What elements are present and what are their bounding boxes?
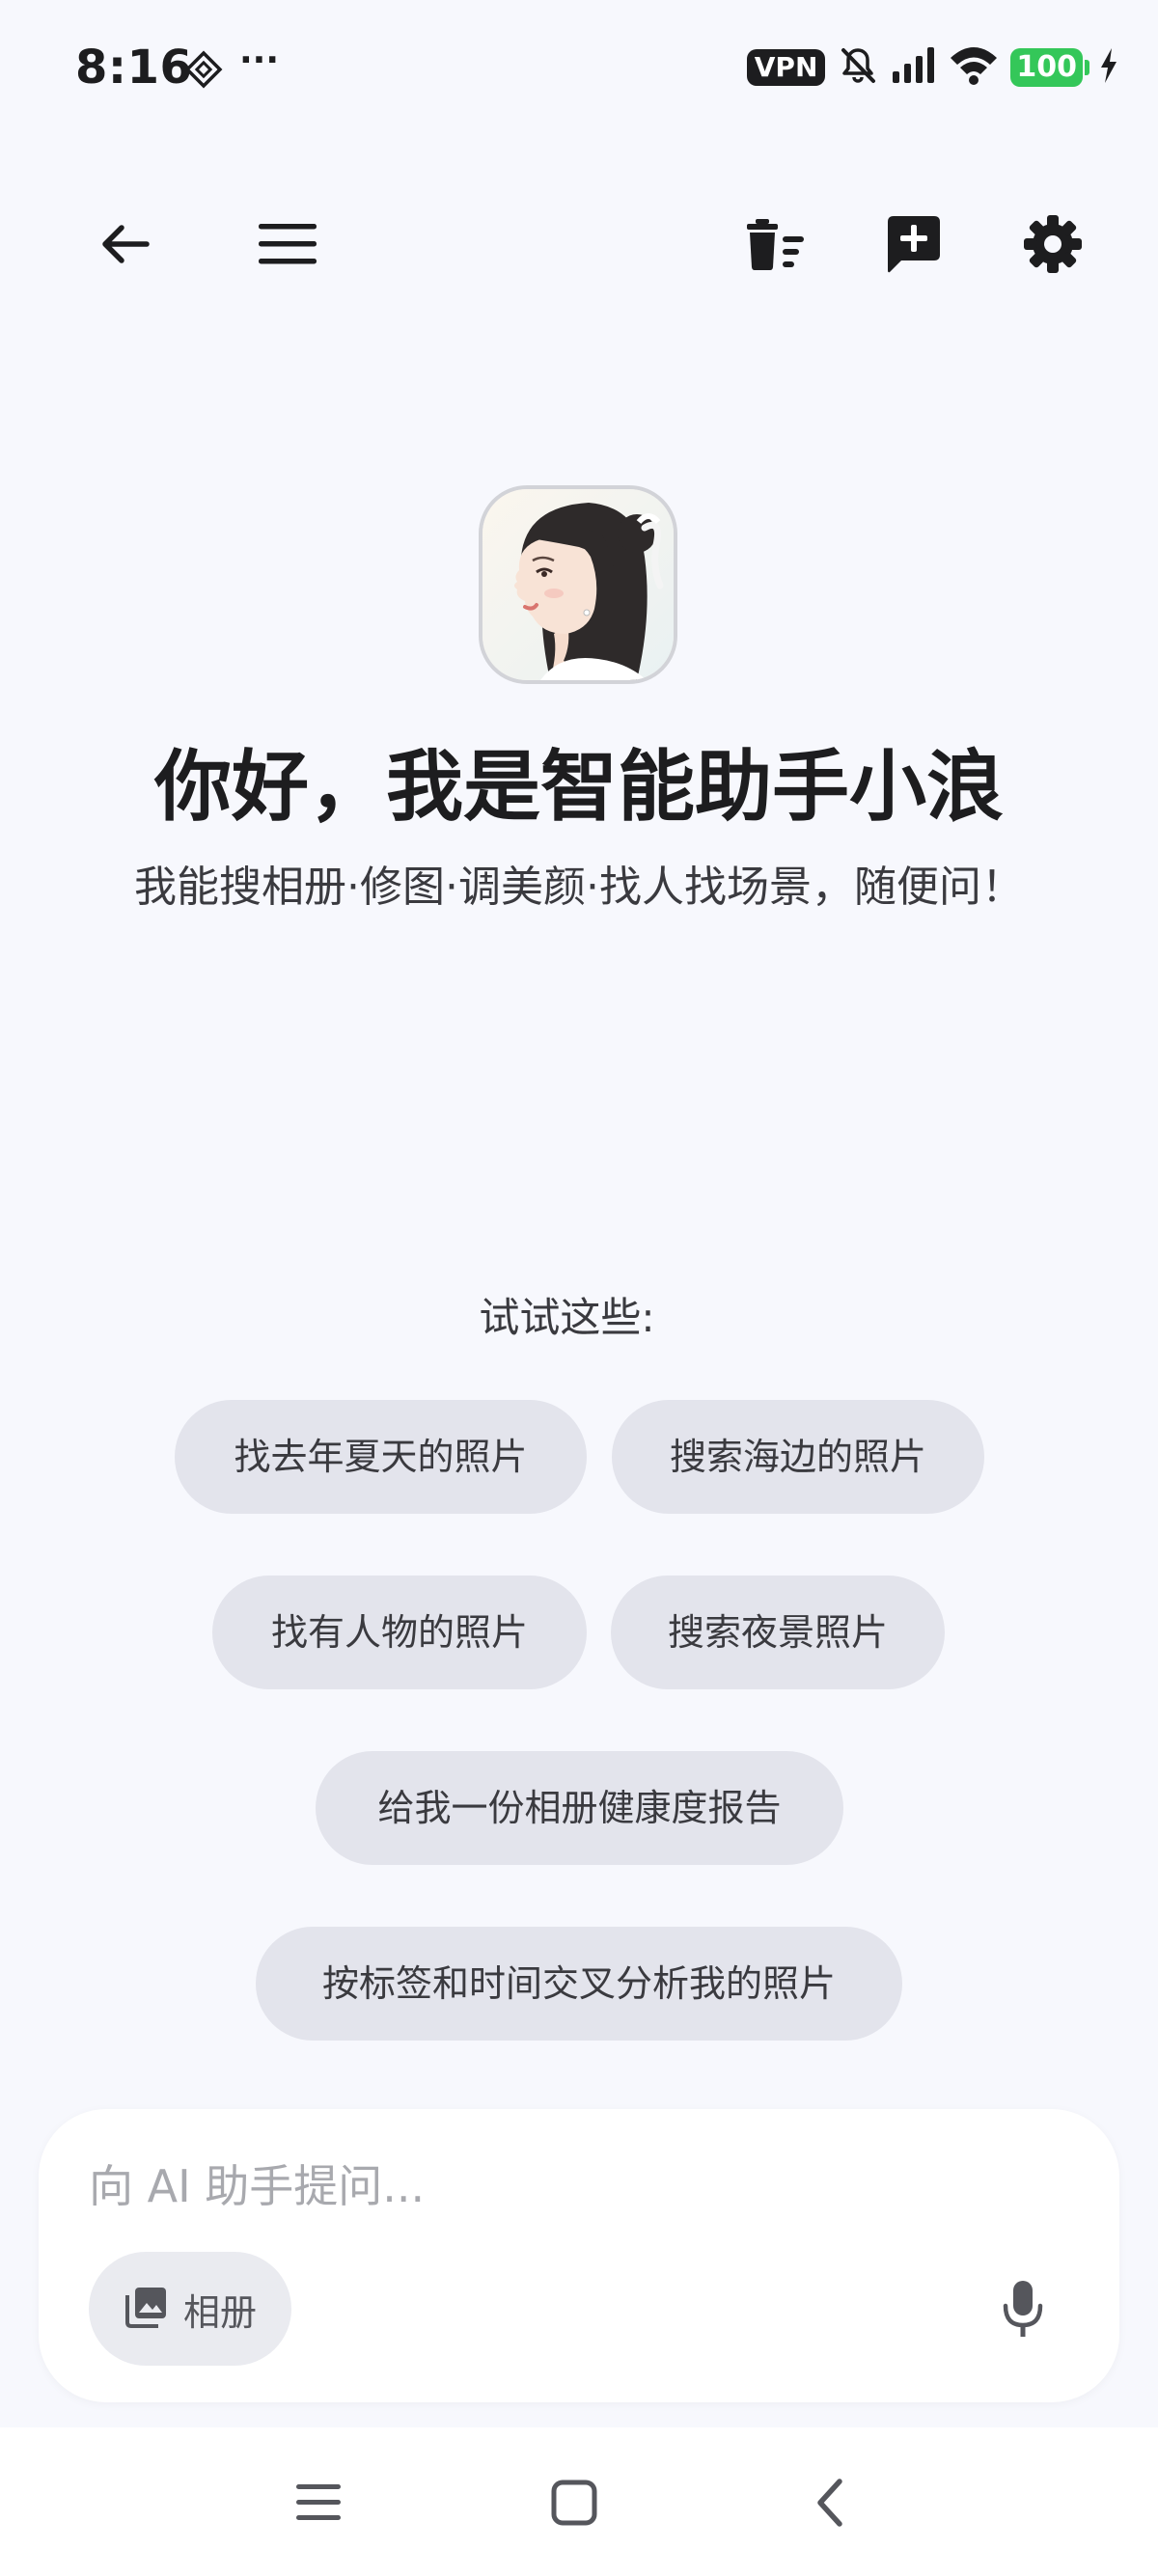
composer: 相册 xyxy=(39,2109,1119,2402)
recent-apps-icon xyxy=(294,2481,343,2528)
suggestion-chip[interactable]: 搜索海边的照片 xyxy=(612,1400,984,1514)
vpn-badge: VPN xyxy=(746,49,826,86)
hero-subtitle: 我能搜相册·修图·调美颜·找人找场景，随便问！ xyxy=(134,863,1024,912)
status-bar: 8:16 ··· VPN 100 xyxy=(0,0,1158,145)
more-notifications-indicator: ··· xyxy=(239,41,280,80)
ask-ai-input[interactable] xyxy=(89,2148,1054,2225)
new-chat-icon xyxy=(882,212,946,280)
back-arrow-icon xyxy=(96,215,154,277)
back-button[interactable] xyxy=(87,207,164,285)
microphone-icon xyxy=(1000,2279,1046,2344)
clear-history-icon xyxy=(744,215,808,277)
app-notification-icon xyxy=(184,50,223,93)
bell-off-icon xyxy=(837,44,879,91)
album-label: 相册 xyxy=(182,2290,257,2334)
wifi-icon xyxy=(949,44,999,91)
recent-apps-button[interactable] xyxy=(280,2466,357,2543)
suggestion-chip[interactable]: 按标签和时间交叉分析我的照片 xyxy=(256,1927,902,2041)
home-icon xyxy=(550,2479,598,2531)
system-navigation-bar xyxy=(0,2427,1158,2576)
suggestion-chip[interactable]: 找去年夏天的照片 xyxy=(175,1400,587,1514)
photo-album-icon xyxy=(124,2284,170,2334)
hero-title: 你好，我是智能助手小浪 xyxy=(154,742,1004,832)
battery-icon: 100 xyxy=(1010,48,1089,87)
settings-button[interactable] xyxy=(1014,207,1091,285)
signal-icon xyxy=(891,44,937,91)
home-button[interactable] xyxy=(536,2466,613,2543)
new-chat-button[interactable] xyxy=(875,207,952,285)
back-icon xyxy=(811,2476,849,2534)
settings-icon xyxy=(1022,213,1084,279)
clear-history-button[interactable] xyxy=(737,207,814,285)
status-time: 8:16 xyxy=(75,41,193,95)
voice-input-button[interactable] xyxy=(984,2273,1062,2350)
album-button[interactable]: 相册 xyxy=(89,2252,291,2366)
menu-icon xyxy=(257,220,318,272)
charging-icon xyxy=(1098,46,1119,89)
status-icons: VPN 100 xyxy=(746,44,1119,91)
assistant-avatar xyxy=(479,485,677,684)
suggestion-chip[interactable]: 找有人物的照片 xyxy=(212,1576,587,1689)
suggestion-chip[interactable]: 给我一份相册健康度报告 xyxy=(316,1751,843,1865)
suggestions-label: 试试这些: xyxy=(479,1294,655,1341)
suggestion-chip[interactable]: 搜索夜景照片 xyxy=(611,1576,945,1689)
menu-button[interactable] xyxy=(249,207,326,285)
nav-back-button[interactable] xyxy=(791,2466,868,2543)
